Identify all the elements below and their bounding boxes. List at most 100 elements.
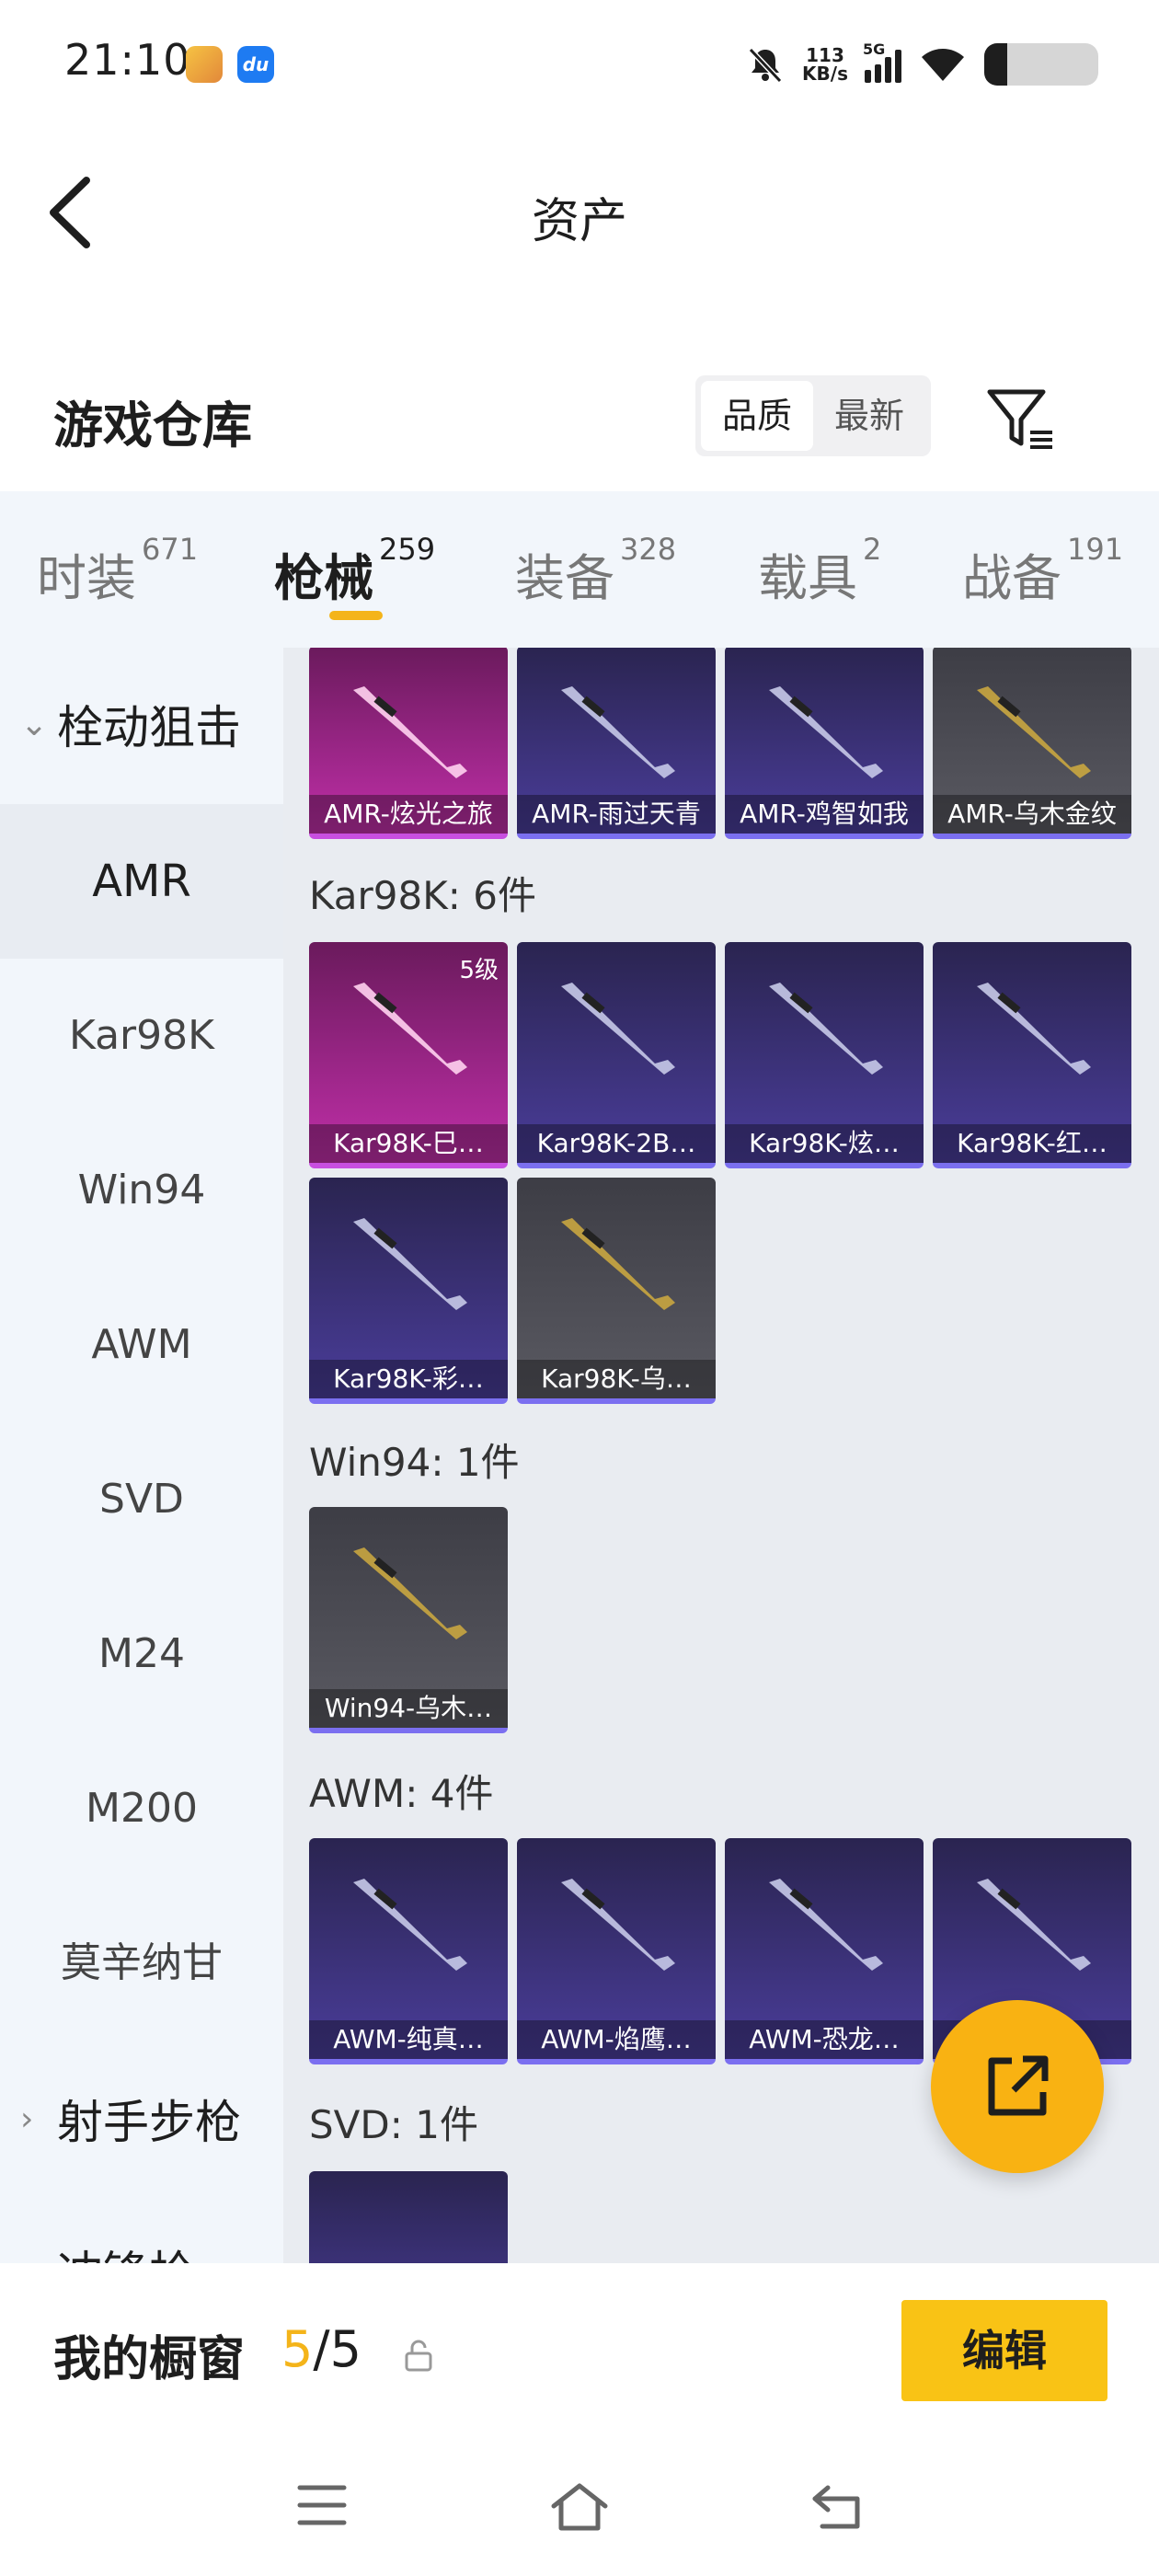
tab-indicator [329, 611, 383, 620]
item-card-kar98k[interactable]: Kar98K-炫… [725, 942, 924, 1168]
tab-label: 枪械 [274, 549, 373, 607]
tab-label: 装备 [515, 549, 614, 607]
sidebar-item-m200[interactable]: M200 [0, 1731, 283, 1886]
item-name: Kar98K-彩… [309, 1360, 508, 1398]
showcase-current: 5 [281, 2320, 314, 2378]
sort-toggle: 品质 最新 [695, 375, 931, 456]
item-card-kar98k[interactable]: 5级 Kar98K-巳… [309, 942, 508, 1168]
item-card-win94[interactable]: Win94-乌木… [309, 1507, 508, 1733]
filter-icon[interactable] [984, 383, 1058, 456]
tab-count: 259 [379, 532, 436, 567]
status-bar: 21:10 du 113 KB/s 5G [0, 0, 1159, 125]
item-name: AMR-雨过天青 [517, 795, 716, 834]
showcase-bar: 我的橱窗 5/5 编辑 [0, 2263, 1159, 2438]
item-level-badge: 5级 [459, 957, 499, 984]
sort-latest-button[interactable]: 最新 [813, 381, 925, 451]
tab-gear[interactable]: 装备 328 [515, 532, 676, 610]
rifle-icon [353, 983, 467, 1075]
item-card-kar98k[interactable]: Kar98K-2B… [517, 942, 716, 1168]
back-nav-icon[interactable] [809, 2482, 865, 2532]
sidebar-item-m24[interactable]: M24 [0, 1577, 283, 1731]
item-card-amr[interactable]: AMR-炫光之旅 [309, 648, 508, 839]
status-icons: 113 KB/s 5G [745, 37, 1098, 92]
tab-supplies[interactable]: 战备 191 [962, 532, 1123, 610]
tab-label: 战备 [962, 549, 1061, 607]
sidebar-group-dmr[interactable]: › 射手步枪 [0, 2042, 283, 2195]
share-icon [988, 2055, 1049, 2116]
sidebar-item-kar98k[interactable]: Kar98K [0, 959, 283, 1113]
rifle-icon [769, 686, 883, 778]
network-type: 5G [863, 40, 886, 58]
rifle-icon [977, 1879, 1091, 1971]
group-title-win94: Win94: 1件 [309, 1440, 520, 1485]
rifle-icon [561, 1879, 675, 1971]
app-notification-icon [186, 46, 223, 83]
group-title-awm: AWM: 4件 [309, 1771, 494, 1816]
sidebar-item-amr[interactable]: AMR [0, 804, 283, 959]
rifle-icon [353, 1879, 467, 1971]
item-name: Kar98K-乌… [517, 1360, 716, 1398]
top-header: 资产 [0, 125, 1159, 300]
item-card-amr[interactable]: AMR-雨过天青 [517, 648, 716, 839]
mute-bell-icon [748, 47, 783, 84]
item-name: Kar98K-红… [933, 1124, 1131, 1163]
category-tabs: 时装 671 枪械 259 装备 328 载具 2 战备 191 [0, 491, 1159, 648]
item-card-kar98k[interactable]: Kar98K-红… [933, 942, 1131, 1168]
sidebar-item-svd[interactable]: SVD [0, 1422, 283, 1577]
signal-icon: 5G [863, 40, 901, 83]
chevron-right-icon: › [20, 2251, 57, 2264]
item-card-awm[interactable]: AWM-焰鹰… [517, 1838, 716, 2064]
tab-fashion[interactable]: 时装 671 [37, 532, 198, 610]
edit-button[interactable]: 编辑 [901, 2300, 1107, 2401]
tab-label: 时装 [37, 549, 136, 607]
item-card-amr[interactable]: AMR-鸡智如我 [725, 648, 924, 839]
item-card-kar98k[interactable]: Kar98K-乌… [517, 1178, 716, 1404]
sidebar-group-label: 射手步枪 [57, 2096, 241, 2149]
item-name: Kar98K-2B… [517, 1124, 716, 1163]
baidu-app-icon: du [237, 46, 274, 83]
tab-count: 328 [620, 532, 677, 567]
system-nav-bar [0, 2438, 1159, 2576]
sidebar-group-bolt-action[interactable]: ⌄ 栓动狙击 [0, 648, 283, 800]
wifi-icon [922, 49, 964, 81]
share-fab[interactable] [931, 2000, 1104, 2173]
sidebar-item-mosin[interactable]: 莫辛纳甘 [0, 1886, 283, 2041]
tab-guns[interactable]: 枪械 259 [274, 532, 435, 610]
rifle-icon [353, 1547, 467, 1639]
home-icon[interactable] [548, 2482, 611, 2532]
item-name: Kar98K-炫… [725, 1124, 924, 1163]
item-card-kar98k[interactable]: Kar98K-彩… [309, 1178, 508, 1404]
chevron-down-icon: ⌄ [20, 705, 49, 743]
showcase-count: 5/5 [281, 2320, 361, 2378]
sidebar-item-win94[interactable]: Win94 [0, 1113, 283, 1268]
item-card-svd[interactable] [309, 2171, 508, 2263]
tab-label: 载具 [758, 549, 857, 607]
lock-icon [405, 2340, 432, 2372]
rifle-icon [769, 1879, 883, 1971]
group-title-svd: SVD: 1件 [309, 2102, 478, 2147]
item-card-awm[interactable]: AWM-恐龙… [725, 1838, 924, 2064]
tab-count: 671 [142, 532, 199, 567]
rifle-icon [977, 983, 1091, 1075]
rifle-icon [769, 983, 883, 1075]
sidebar-group-smg[interactable]: › 冲锋枪 [0, 2193, 283, 2263]
rifle-icon [561, 686, 675, 778]
item-name: AWM-焰鹰… [517, 2020, 716, 2059]
tab-count: 191 [1067, 532, 1124, 567]
item-card-amr[interactable]: AMR-乌木金纹 [933, 648, 1131, 839]
rifle-icon [353, 1218, 467, 1310]
item-card-awm[interactable]: AWM-纯真… [309, 1838, 508, 2064]
warehouse-title: 游戏仓库 [53, 397, 252, 454]
page-title: 资产 [531, 194, 627, 249]
showcase-separator: / [313, 2320, 330, 2378]
chevron-right-icon: › [20, 2099, 34, 2138]
item-name: Kar98K-巳… [309, 1124, 508, 1163]
rifle-icon [977, 686, 1091, 778]
sort-quality-button[interactable]: 品质 [701, 381, 813, 451]
menu-icon[interactable] [296, 2482, 348, 2528]
tab-vehicles[interactable]: 载具 2 [758, 532, 881, 610]
sidebar-item-awm[interactable]: AWM [0, 1268, 283, 1422]
sidebar-group-label: 冲锋枪 [57, 2237, 195, 2263]
item-name: AMR-乌木金纹 [933, 795, 1131, 834]
net-speed-unit: KB/s [802, 63, 848, 85]
